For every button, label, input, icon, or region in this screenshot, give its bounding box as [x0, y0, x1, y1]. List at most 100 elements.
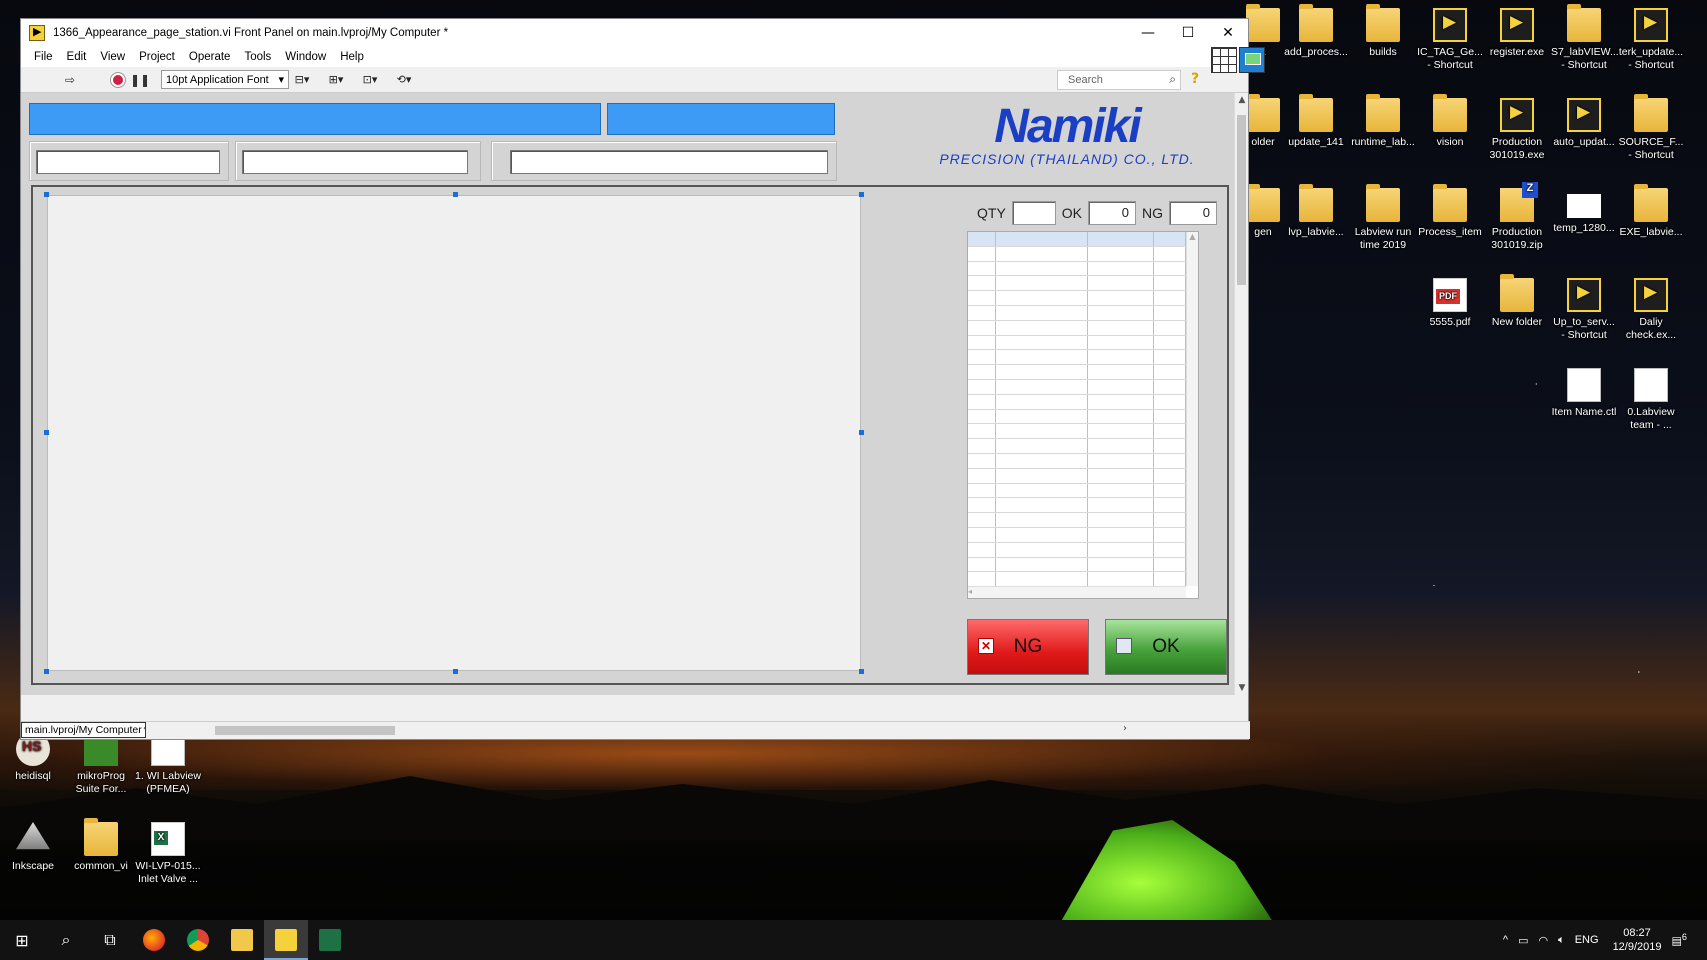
abort-execution-icon[interactable] — [111, 72, 125, 87]
table-cell[interactable] — [996, 379, 1088, 394]
table-cell[interactable] — [1154, 276, 1186, 291]
table-cell[interactable] — [1154, 513, 1186, 527]
table-cell[interactable] — [1154, 291, 1186, 305]
resize-handle[interactable] — [44, 430, 49, 435]
excel-taskbar-icon[interactable] — [308, 920, 352, 960]
menu-project[interactable]: Project — [132, 51, 182, 63]
table-cell[interactable] — [1088, 498, 1154, 513]
scroll-thumb[interactable] — [1237, 115, 1246, 285]
project-context-label[interactable]: main.lvproj/My Computer — [21, 722, 146, 738]
resize-handle[interactable] — [859, 192, 864, 197]
table-cell[interactable] — [1088, 468, 1154, 483]
title-string-indicator-1[interactable] — [29, 103, 601, 135]
volume-icon[interactable]: 🔈︎ — [1558, 934, 1565, 947]
table-cell[interactable] — [1154, 365, 1186, 379]
search-icon[interactable]: ⌕ — [1169, 72, 1176, 87]
desktop-icon[interactable]: 1. WI Labview (PFMEA) — [135, 732, 201, 796]
table-cell[interactable] — [968, 350, 996, 365]
table-cell[interactable] — [1088, 542, 1154, 557]
table-cell[interactable] — [1154, 261, 1186, 276]
table-cell[interactable] — [1154, 468, 1186, 483]
task-view-icon[interactable]: ⧉ — [88, 920, 132, 960]
table-cell[interactable] — [968, 320, 996, 335]
ng-button[interactable]: ✕ NG — [967, 619, 1089, 675]
table-cell[interactable] — [996, 498, 1088, 513]
table-cell[interactable] — [996, 291, 1088, 305]
table-cell[interactable] — [1088, 320, 1154, 335]
table-cell[interactable] — [968, 365, 996, 379]
table-cell[interactable] — [1154, 453, 1186, 468]
run-arrow-icon[interactable]: ⇨ — [61, 70, 79, 90]
scroll-down-icon[interactable]: ▼ — [1235, 683, 1249, 693]
table-cell[interactable] — [1088, 394, 1154, 409]
table-cell[interactable] — [968, 527, 996, 542]
align-objects-icon[interactable]: ⊟▾ — [289, 70, 315, 90]
resize-handle[interactable] — [859, 430, 864, 435]
menu-edit[interactable]: Edit — [60, 51, 94, 63]
table-cell[interactable] — [1154, 394, 1186, 409]
table-cell[interactable] — [1088, 453, 1154, 468]
table-cell[interactable] — [996, 394, 1088, 409]
scroll-left-icon[interactable]: ‹ — [143, 723, 147, 734]
table-cell[interactable] — [1088, 483, 1154, 498]
table-cell[interactable] — [1154, 246, 1186, 261]
table-cell[interactable] — [1088, 305, 1154, 320]
table-cell[interactable] — [1154, 527, 1186, 542]
string-control-3[interactable] — [510, 150, 828, 174]
table-cell[interactable] — [996, 409, 1088, 424]
desktop-icon[interactable]: Production 301019.exe — [1484, 98, 1550, 162]
table-cell[interactable] — [996, 572, 1088, 587]
pause-icon[interactable]: ❚❚ — [130, 70, 150, 90]
table-cell[interactable] — [968, 542, 996, 557]
table-cell[interactable] — [968, 557, 996, 572]
desktop-icon[interactable]: auto_updat... — [1551, 98, 1617, 149]
resize-handle[interactable] — [453, 192, 458, 197]
table-cell[interactable] — [968, 424, 996, 439]
language-indicator[interactable]: ENG — [1575, 934, 1599, 946]
table-cell[interactable] — [996, 232, 1088, 246]
desktop-icon[interactable]: WI-LVP-015... Inlet Valve ... — [135, 822, 201, 886]
desktop-icon[interactable]: add_proces... — [1283, 4, 1349, 59]
table-horizontal-scrollbar[interactable]: ◂ — [968, 586, 1186, 598]
table-cell[interactable] — [1154, 498, 1186, 513]
table-cell[interactable] — [1154, 483, 1186, 498]
table-cell[interactable] — [1154, 379, 1186, 394]
table-cell[interactable] — [968, 276, 996, 291]
table-cell[interactable] — [1088, 379, 1154, 394]
table-cell[interactable] — [968, 335, 996, 350]
desktop-icon[interactable]: 0.Labview team - ... — [1618, 368, 1684, 432]
table-cell[interactable] — [1154, 557, 1186, 572]
firefox-icon[interactable] — [132, 920, 176, 960]
table-cell[interactable] — [968, 513, 996, 527]
table-cell[interactable] — [996, 261, 1088, 276]
wifi-icon[interactable]: ◠ — [1539, 934, 1549, 947]
table-cell[interactable] — [996, 365, 1088, 379]
desktop-icon[interactable]: S7_labVIEW... - Shortcut — [1551, 4, 1619, 72]
table-cell[interactable] — [1088, 261, 1154, 276]
table-cell[interactable] — [996, 439, 1088, 453]
resize-objects-icon[interactable]: ⊡▾ — [357, 70, 383, 90]
desktop-icon[interactable]: lvp_labvie... — [1283, 184, 1349, 239]
menu-operate[interactable]: Operate — [182, 51, 238, 63]
table-cell[interactable] — [1154, 305, 1186, 320]
context-help-icon[interactable]: ? — [1191, 71, 1199, 87]
file-explorer-icon[interactable] — [220, 920, 264, 960]
distribute-objects-icon[interactable]: ⊞▾ — [323, 70, 349, 90]
clock[interactable]: 08:27 12/9/2019 — [1613, 926, 1662, 954]
qty-input[interactable] — [1011, 201, 1056, 225]
desktop-icon[interactable]: 5555.pdf — [1417, 278, 1483, 329]
resize-handle[interactable] — [44, 669, 49, 674]
font-select[interactable]: 10pt Application Font ▾ — [161, 70, 289, 89]
resize-handle[interactable] — [453, 669, 458, 674]
result-table[interactable]: ▲ ◂ — [967, 231, 1199, 599]
connector-pane-icon[interactable] — [1211, 47, 1237, 73]
search-icon[interactable]: ⌕ — [44, 920, 88, 960]
desktop-icon[interactable]: IC_TAG_Ge... - Shortcut — [1417, 8, 1483, 72]
desktop-icon[interactable]: mikroProg Suite For... — [68, 732, 134, 796]
table-cell[interactable] — [996, 557, 1088, 572]
table-cell[interactable] — [968, 261, 996, 276]
desktop-icon[interactable]: update_141 — [1283, 94, 1349, 149]
table-cell[interactable] — [1088, 276, 1154, 291]
desktop-icon[interactable]: Process_item — [1417, 184, 1483, 239]
table-cell[interactable] — [996, 335, 1088, 350]
